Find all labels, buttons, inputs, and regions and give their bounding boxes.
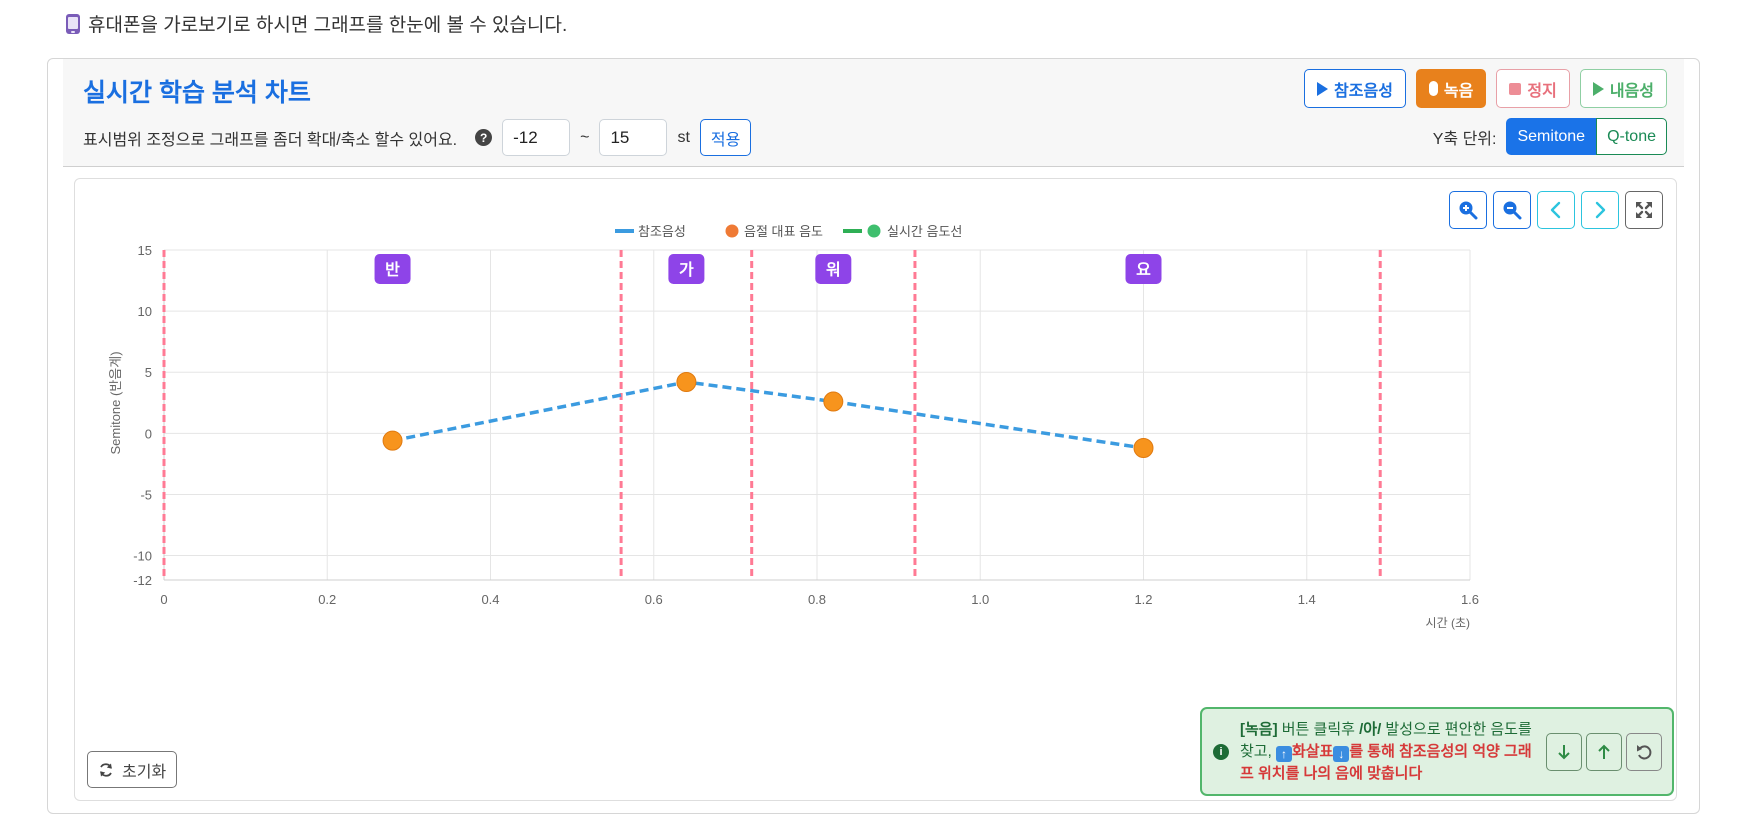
y-tick-label: 0 (145, 426, 152, 441)
y-tick-label: -10 (133, 549, 152, 564)
legend-realtime-dot (867, 224, 881, 238)
x-tick-label: 0.4 (481, 592, 499, 607)
y-unit-selector: Y축 단위: Semitone Q-tone (1433, 118, 1667, 155)
syllable-badge-label: 가 (679, 261, 694, 279)
x-tick-label: 0.8 (808, 592, 826, 607)
hint-text: [녹음] 버튼 클릭후 /아/ 발성으로 편안한 음도를 찾고, ↑ 화살표 ↓ 를 … (1240, 719, 1532, 785)
x-tick-label: 1.2 (1134, 592, 1152, 607)
play-reference-label: 참조음성 (1334, 82, 1393, 100)
hint-vowel: /아/ (1359, 721, 1382, 738)
y-unit-label: Y축 단위: (1432, 130, 1497, 148)
pan-right-button[interactable] (1581, 191, 1619, 229)
play-reference-button[interactable]: 참조음성 (1304, 69, 1406, 108)
play-my-voice-label: 내음성 (1609, 82, 1654, 100)
pitch-shift-buttons (1546, 733, 1662, 771)
reset-button[interactable]: 초기화 (87, 751, 178, 788)
x-tick-label: 0 (160, 592, 167, 607)
zoom-in-icon (1459, 201, 1478, 220)
range-controls: 표시범위 조정으로 그래프를 좀더 확대/축소 할수 있어요. ? ~ st 적… (83, 119, 752, 156)
shift-up-button[interactable] (1586, 733, 1622, 771)
landscape-notice-text: 휴대폰을 가로보기로 하시면 그래프를 한눈에 볼 수 있습니다. (88, 15, 568, 36)
play-icon (1592, 81, 1604, 96)
fullscreen-button[interactable] (1625, 191, 1663, 229)
chart-container: 0 0.2 0.4 0.6 0.8 1.0 1.2 1.4 1.6 15 10 5 0 -5 -10 -12 시… (74, 178, 1677, 801)
pan-left-button[interactable] (1537, 191, 1575, 229)
record-label: 녹음 (1443, 82, 1474, 100)
refresh-icon (100, 762, 112, 777)
syllable-badge-label: 반 (385, 261, 400, 279)
syllable-pitch-point (1133, 438, 1154, 458)
shift-down-button[interactable] (1546, 733, 1582, 771)
chevron-left-icon (1550, 201, 1561, 219)
range-min-input[interactable] (502, 119, 571, 156)
range-label: 표시범위 조정으로 그래프를 좀더 확대/축소 할수 있어요. (83, 131, 458, 149)
syllable-pitch-point (676, 372, 697, 392)
arrow-down-icon: ↓ (1333, 746, 1350, 762)
zoom-out-icon (1503, 201, 1522, 220)
y-unit-toggle: Semitone Q-tone (1506, 118, 1667, 155)
shift-reset-button[interactable] (1626, 733, 1662, 771)
arrow-up-icon (1598, 744, 1610, 759)
chart-toolbar (1449, 191, 1663, 229)
range-unit: st (677, 128, 690, 146)
x-tick-label: 1.6 (1461, 592, 1479, 607)
record-button[interactable]: 녹음 (1415, 69, 1487, 108)
x-tick-label: 1.4 (1298, 592, 1316, 607)
reference-pitch-line (392, 380, 1144, 450)
syllable-badge-label: 워 (826, 261, 841, 279)
stop-label: 정지 (1527, 82, 1557, 100)
legend-reference-label: 참조음성 (638, 224, 686, 239)
undo-icon (1637, 745, 1652, 760)
hint-record-label: [녹음] (1240, 721, 1278, 738)
legend-point-swatch (725, 224, 739, 238)
playback-buttons: 참조음성 녹음 정지 내음성 (1304, 69, 1667, 108)
syllable-pitch-point (382, 430, 403, 451)
y-unit-semitone-button[interactable]: Semitone (1506, 118, 1597, 155)
apply-button[interactable]: 적용 (699, 119, 752, 156)
x-tick-label: 1.0 (971, 592, 989, 607)
x-axis-title: 시간 (초) (1426, 616, 1470, 630)
legend-point-label: 음절 대표 음도 (744, 224, 823, 239)
play-my-voice-button[interactable]: 내음성 (1579, 69, 1667, 108)
microphone-icon (1428, 81, 1438, 96)
y-tick-label: -5 (140, 487, 152, 502)
card-header: 실시간 학습 분석 차트 표시범위 조정으로 그래프를 좀더 확대/축소 할수 … (63, 59, 1684, 167)
zoom-in-button[interactable] (1449, 191, 1487, 229)
stop-icon (1509, 82, 1522, 95)
reset-label: 초기화 (122, 763, 167, 781)
phone-icon (66, 13, 80, 34)
y-tick-label: 15 (138, 243, 152, 258)
syllable-pitch-point (823, 391, 844, 412)
chevron-right-icon (1595, 201, 1606, 219)
page-title: 실시간 학습 분석 차트 (83, 79, 311, 107)
x-tick-label: 0.2 (318, 592, 336, 607)
hint-box: i [녹음] 버튼 클릭후 /아/ 발성으로 편안한 음도를 찾고, ↑ 화살표 ↓… (1200, 707, 1674, 796)
landscape-notice: 휴대폰을 가로보기로 하시면 그래프를 한눈에 볼 수 있습니다. (66, 10, 567, 37)
info-icon: i (1213, 744, 1229, 760)
legend-realtime-label: 실시간 음도선 (887, 224, 962, 239)
range-max-input[interactable] (599, 119, 668, 156)
arrow-down-icon (1558, 745, 1570, 760)
y-tick-label: 5 (145, 365, 152, 380)
expand-icon (1636, 202, 1652, 218)
y-axis-title: Semitone (반음계) (108, 351, 123, 454)
zoom-out-button[interactable] (1493, 191, 1531, 229)
range-separator: ~ (580, 128, 590, 146)
syllable-badge-label: 요 (1136, 261, 1151, 279)
hint-arrow-label: 화살표 (1291, 743, 1334, 760)
arrow-up-icon: ↑ (1275, 746, 1292, 762)
y-unit-qtone-button[interactable]: Q-tone (1596, 118, 1667, 155)
analysis-card: 실시간 학습 분석 차트 표시범위 조정으로 그래프를 좀더 확대/축소 할수 … (47, 58, 1700, 814)
stop-button[interactable]: 정지 (1496, 69, 1570, 108)
help-icon[interactable]: ? (475, 129, 493, 146)
y-tick-label: -12 (133, 573, 152, 588)
x-tick-label: 0.6 (645, 592, 663, 607)
hint-text-part: 버튼 클릭후 (1277, 721, 1360, 738)
y-tick-label: 10 (138, 304, 152, 319)
play-icon (1317, 81, 1329, 96)
